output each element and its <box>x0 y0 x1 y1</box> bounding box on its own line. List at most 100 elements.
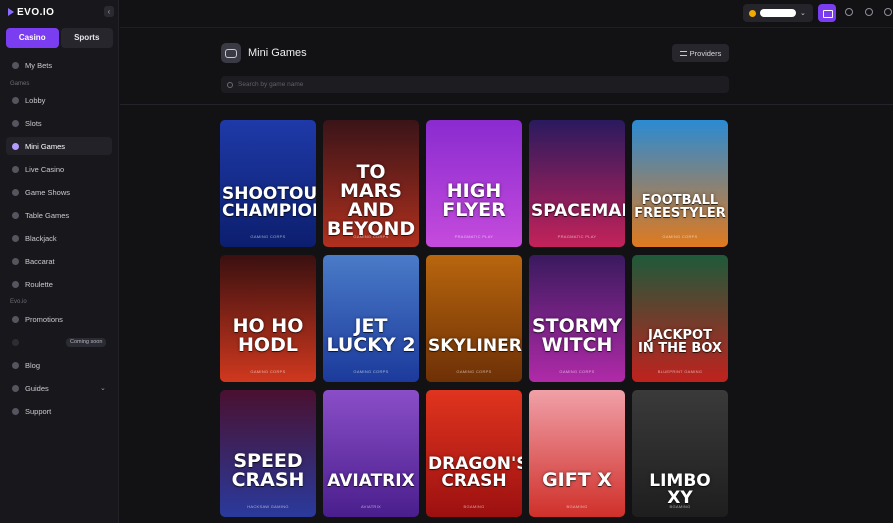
chevron-down-icon: ⌄ <box>800 10 806 17</box>
sidebar-item-promotions[interactable]: Promotions <box>6 310 112 328</box>
sports-tab[interactable]: Sports <box>60 28 113 48</box>
game-title: SKYLINER <box>428 336 522 356</box>
settings-icon[interactable] <box>884 8 892 16</box>
slots-icon <box>12 119 19 127</box>
game-title: STORMY WITCH <box>531 315 623 356</box>
balance-redacted <box>760 9 796 17</box>
game-provider: HACKSAW GAMING <box>247 504 289 509</box>
game-artwork <box>323 390 419 517</box>
game-card[interactable]: TO MARS AND BEYOND GAMING CORPS <box>323 120 419 247</box>
game-title: HO HO HODL <box>232 315 304 356</box>
game-card[interactable]: FOOTBALL FREESTYLER GAMING CORPS <box>632 120 728 247</box>
logo-text: EVO.IO <box>17 6 55 18</box>
game-title: JACKPOT IN THE BOX <box>638 328 722 356</box>
bitcoin-icon <box>749 9 756 17</box>
sidebar-item-label: Blackjack <box>25 233 57 243</box>
game-provider: BGAMING <box>463 504 485 509</box>
sidebar-item-live-casino[interactable]: Live Casino <box>6 160 112 178</box>
search-input[interactable] <box>238 81 538 88</box>
divider <box>120 104 893 105</box>
sidebar-item-guides[interactable]: Guides <box>6 379 112 397</box>
game-title: JET LUCKY 2 <box>326 315 416 356</box>
sidebar-item-support[interactable]: Support <box>6 402 112 420</box>
game-title: TO MARS AND BEYOND <box>326 161 416 240</box>
my-bets-icon <box>12 61 19 69</box>
sidebar-item-table-games[interactable]: Table Games <box>6 206 112 224</box>
game-title: DRAGON'S CRASH <box>428 454 522 491</box>
lobby-icon <box>12 96 19 104</box>
page-title: Mini Games <box>248 47 307 59</box>
sidebar-item-label: Support <box>25 406 52 416</box>
sidebar-item-label: Baccarat <box>25 256 55 266</box>
game-card[interactable]: JET LUCKY 2 GAMING CORPS <box>323 255 419 382</box>
game-artwork <box>632 120 728 247</box>
game-provider: GAMING CORPS <box>250 234 286 239</box>
sidebar-item-blog[interactable]: Blog <box>6 356 112 374</box>
section-label-games: Games <box>10 81 30 87</box>
game-provider: BLUEPRINT GAMING <box>657 369 703 374</box>
logo[interactable]: EVO.IO <box>8 6 54 18</box>
game-card[interactable]: DRAGON'S CRASH BGAMING <box>426 390 522 517</box>
game-artwork <box>426 255 522 382</box>
sidebar-item-blackjack[interactable]: Blackjack <box>6 229 112 247</box>
sidebar-item-lobby[interactable]: Lobby <box>6 91 112 109</box>
sidebar-item-label: Table Games <box>25 210 70 220</box>
wallet-balance-button[interactable]: ⌄ <box>743 4 813 22</box>
providers-button[interactable]: Providers <box>672 44 729 62</box>
blog-icon <box>12 361 19 369</box>
sidebar-item-game-shows[interactable]: Game Shows <box>6 183 112 201</box>
game-card[interactable]: HO HO HODL GAMING CORPS <box>220 255 316 382</box>
game-card[interactable]: SPEED CRASH HACKSAW GAMING <box>220 390 316 517</box>
game-provider: GAMING CORPS <box>353 369 389 374</box>
game-title: SPEED CRASH <box>231 450 305 491</box>
topbar: ⌄ <box>120 0 893 28</box>
sidebar-item-label: Roulette <box>25 279 53 289</box>
support-icon <box>12 407 19 415</box>
game-card[interactable]: JACKPOT IN THE BOX BLUEPRINT GAMING <box>632 255 728 382</box>
sidebar-item-mini-games[interactable]: Mini Games <box>6 137 112 155</box>
game-provider: BGAMING <box>669 504 691 509</box>
locked-icon <box>12 338 19 346</box>
sidebar-item-slots[interactable]: Slots <box>6 114 112 132</box>
sidebar-item-label: Guides <box>25 383 49 393</box>
game-card[interactable]: LIMBO XY BGAMING <box>632 390 728 517</box>
game-artwork <box>632 255 728 382</box>
globe-icon[interactable] <box>865 8 873 16</box>
game-provider: AVIATRIX <box>360 504 382 509</box>
user-icon[interactable] <box>845 8 853 16</box>
chevron-left-icon[interactable]: ‹ <box>104 6 114 17</box>
game-title: AVIATRIX <box>327 471 415 491</box>
game-card[interactable]: SHOOTOUT CHAMPION GAMING CORPS <box>220 120 316 247</box>
game-card[interactable]: HIGH FLYER PRAGMATIC PLAY <box>426 120 522 247</box>
sidebar-item-label: Slots <box>25 118 42 128</box>
sidebar: EVO.IO ‹ Casino Sports My Bets Games Lob… <box>0 0 119 523</box>
sidebar-item-roulette[interactable]: Roulette <box>6 275 112 293</box>
game-provider: PRAGMATIC PLAY <box>557 234 597 239</box>
game-provider: GAMING CORPS <box>250 369 286 374</box>
providers-label: Providers <box>689 48 722 58</box>
game-artwork <box>529 120 625 247</box>
game-card[interactable]: SKYLINER GAMING CORPS <box>426 255 522 382</box>
game-card[interactable]: GIFT X BGAMING <box>529 390 625 517</box>
game-artwork <box>529 390 625 517</box>
game-provider: BGAMING <box>566 504 588 509</box>
app-root: EVO.IO ‹ Casino Sports My Bets Games Lob… <box>0 0 893 523</box>
wallet-icon[interactable] <box>818 4 836 22</box>
game-title: SPACEMAN <box>531 201 625 221</box>
casino-tab[interactable]: Casino <box>6 28 59 48</box>
game-card[interactable]: AVIATRIX AVIATRIX <box>323 390 419 517</box>
sidebar-item-label: Lobby <box>25 95 46 105</box>
sidebar-item-label: My Bets <box>25 60 53 70</box>
chevron-down-icon[interactable]: ⌄ <box>100 384 106 392</box>
sidebar-item-label: Game Shows <box>25 187 71 197</box>
game-provider: GAMING CORPS <box>353 234 389 239</box>
game-title: GIFT X <box>542 469 612 491</box>
game-title: FOOTBALL FREESTYLER <box>634 193 726 221</box>
game-card[interactable]: SPACEMAN PRAGMATIC PLAY <box>529 120 625 247</box>
sidebar-item-baccarat[interactable]: Baccarat <box>6 252 112 270</box>
section-label-evo: Evo.io <box>10 299 27 305</box>
sidebar-item-my-bets[interactable]: My Bets <box>6 56 112 74</box>
gamepad-icon <box>221 43 241 63</box>
game-card[interactable]: STORMY WITCH GAMING CORPS <box>529 255 625 382</box>
guides-icon <box>12 384 19 392</box>
